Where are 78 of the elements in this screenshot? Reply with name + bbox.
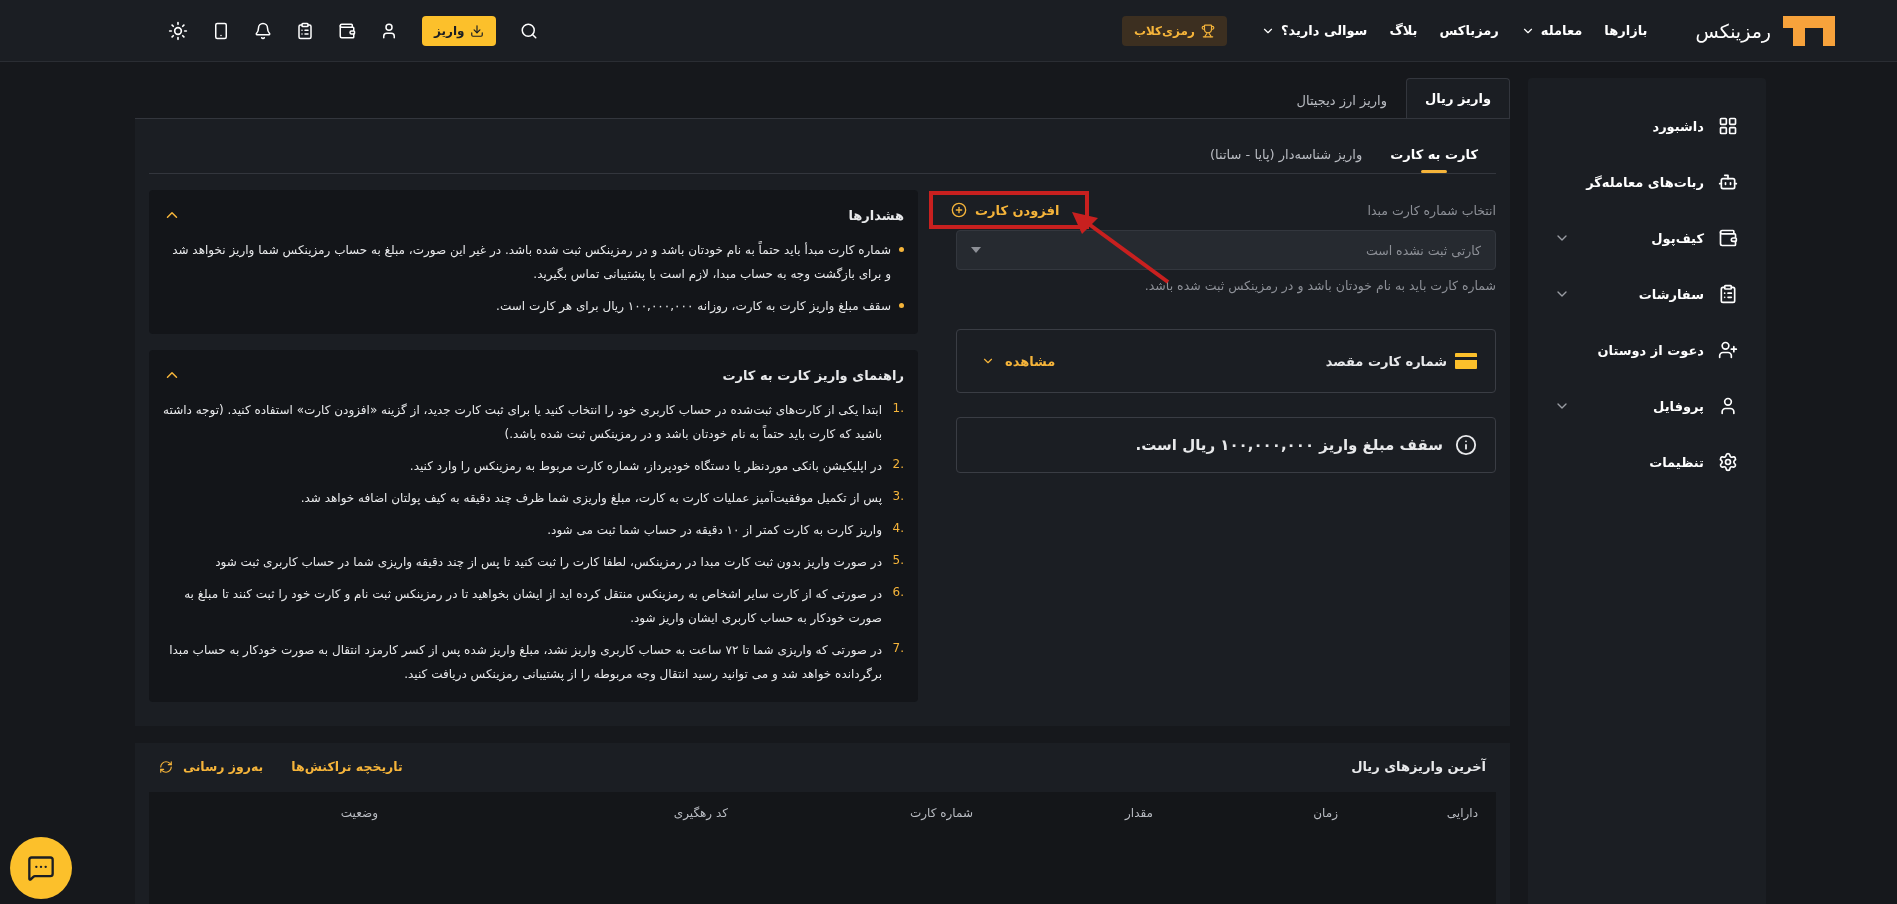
tab[interactable]: واریز ریال [1405,78,1510,118]
field-label: انتخاب شماره کارت مبدا [1367,202,1496,218]
panel-text: سقف مبلغ واریز کارت به کارت، روزانه ۱۰۰,۰۰۰,۰۰۰ ریال برای هر کارت است. [496,298,891,316]
history-link[interactable]: به‌روز رسانی [159,759,264,774]
bullet-icon [899,303,904,308]
step-number: 4. [891,521,904,535]
search-icon[interactable] [520,21,539,40]
menu-icon [1718,396,1738,416]
panel-text: در اپلیکیشن بانکی موردنظر یا دستگاه خودپرداز، شماره کارت مربوط به رمزینکس را وارد کنید. [409,458,882,476]
limit-text: سقف مبلغ واریز ۱۰۰,۰۰۰,۰۰۰ ریال است. [1135,436,1443,454]
sidebar-item[interactable]: داشبورد [1528,98,1766,154]
club-button[interactable]: رمزی‌کلاب [1121,15,1227,46]
panel-text: پس از تکمیل موفقیت‌آمیز عملیات کارت به کارت، مبلغ واریزی شما ظرف چند دقیقه به کیف پولتان اضافه خواهد شد. [300,489,882,508]
panel-text: در صورتی که از کارت سایر اشخاص به رمزینکس منتقل کرده اید از ایشان بخواهید تا در رمزینکس ثبت نام و کارت خود را ثبت کنند تا مبلغ به صورت خودکار به حساب کاربری ایشان واریز شود. [183,586,882,628]
menu-icon [1718,172,1738,192]
history-link[interactable]: تاریخچه تراکنش‌ها [291,759,403,774]
trophy-icon [1200,23,1215,38]
phone-icon[interactable] [212,21,230,40]
chat-icon [27,854,55,882]
step-number: 2. [891,457,904,471]
menu-icon [1718,452,1738,472]
menu-icon [1718,340,1738,360]
column-header: مقدار [1123,806,1153,820]
menu-icon [1718,228,1738,248]
nav-link[interactable]: سوالی دارید؟ [1260,23,1368,38]
card-icon [1455,353,1477,369]
tab[interactable]: واریز شناسه‌دار (پایا - ساتنا) [1210,119,1363,173]
step-number: 1. [891,401,904,415]
step-number: 6. [891,585,904,599]
wallet-icon[interactable] [338,21,356,40]
column-header: شماره کارت [909,806,973,820]
column-header: وضعیت [339,806,378,820]
deposit-button[interactable]: واریز [422,15,497,46]
panel-text: در صورت واریز بدون ثبت کارت مبدا در رمزینکس، لطفا کارت را ثبت کنید تا پس از چند دقیقه واریزی شما در حساب کاربری ثبت شود [215,554,882,572]
sidebar-item[interactable]: پروفایل [1528,378,1766,434]
sidebar-item[interactable]: کیف‌پول [1528,210,1766,266]
column-header: کد رهگیری [672,806,728,820]
column-header: دارایی [1445,806,1478,820]
panel-text: در صورتی که واریزی شما تا ۷۲ ساعت به حساب کاربری واریز نشد، مبلغ واریز شده پس از کسر کارمزد انتقال به صورت خودکار به حساب مبدا برگردانده خواهد شد و می توانید رسید انتقال وجه مربوطه را از پشتیبانی رمزینکس دریافت کنید. [168,642,882,684]
download-icon [470,23,485,38]
nav-link[interactable]: معامله [1520,23,1583,38]
user-icon[interactable] [380,21,398,40]
plus-icon [951,202,967,218]
sidebar-item[interactable]: دعوت از دوستان [1528,322,1766,378]
menu-icon [1718,116,1738,136]
nav-link[interactable]: رمزباکس [1439,23,1499,38]
column-header: زمان [1312,806,1338,820]
sidebar-item[interactable]: تنظیمات [1528,434,1766,490]
step-number: 7. [891,641,904,655]
panel-text: شماره کارت مبدأ باید حتماً به نام خودتان باشد و در رمزینکس ثبت شده باشد. در غیر این صورت، مبلغ به حساب رمزینکس شما واریز نخواهد شد و برای بازگشت وجه به حساب مبدا، لازم است با پشتیبانی تماس بگیرید. [171,240,891,284]
nav-link[interactable]: بلاگ [1389,23,1418,38]
tab[interactable]: واریز ارز دیجیتال [1277,82,1406,118]
caret-icon [971,247,981,253]
panel-title: راهنمای واریز کارت به کارت [722,367,904,383]
nav-link[interactable]: بازارها [1604,23,1648,38]
refresh-icon [159,759,173,774]
panel-text: ابتدا یکی از کارت‌های ثبت‌شده در حساب کاربری خود را انتخاب کنید یا برای ثبت کارت جدید، از گزینه «افزودن کارت» استفاده کنید. (توجه داشته باشید که کارت باید حتماً به نام خودتان باشد و در رمزینکس ثبت شده باشد.) [163,402,882,444]
panel-title: هشدارها [848,207,904,223]
add-card-button[interactable]: افزودن کارت [945,201,1066,219]
bullet-icon [899,247,904,252]
menu-icon [1718,284,1738,304]
sun-icon[interactable] [168,20,188,41]
list-icon[interactable] [296,21,314,40]
history-title: آخرین واریزهای ریال [1351,759,1486,774]
step-number: 3. [891,489,904,503]
sidebar-item[interactable]: ربات‌های معامله‌گر [1528,154,1766,210]
bell-icon[interactable] [254,21,272,40]
card-select[interactable]: کارتی ثبت نشده است [956,230,1496,270]
sidebar-item[interactable]: سفارشات [1528,266,1766,322]
show-button[interactable]: مشاهده [975,352,1062,370]
step-number: 5. [891,553,904,567]
panel-text: واریز کارت به کارت کمتر از ۱۰ دقیقه در حساب شما ثبت می شود. [547,522,882,540]
hint-text: شماره کارت باید به نام خودتان باشد و در رمزینکس ثبت شده باشد. [1143,278,1496,293]
destination-title: شماره کارت مقصد [1325,353,1477,369]
info-icon [1455,434,1477,456]
logo-icon [1783,15,1835,46]
logo[interactable]: رمزینکس [1695,15,1835,46]
tab[interactable]: کارت به کارت [1390,119,1478,173]
